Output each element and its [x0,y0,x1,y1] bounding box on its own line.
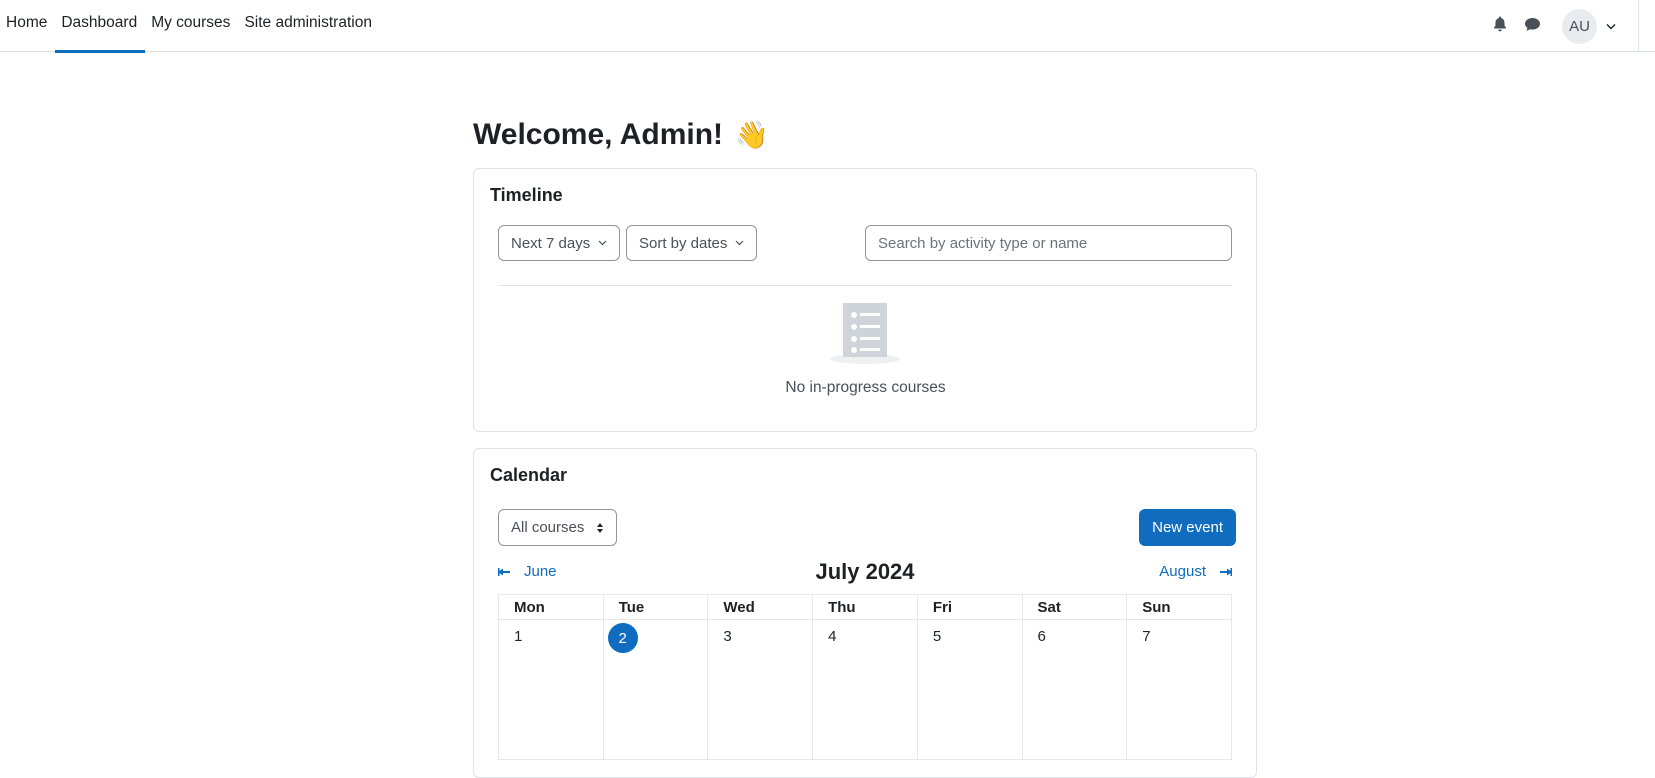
chevron-down-icon [735,240,744,246]
nav-site-administration[interactable]: Site administration [238,0,380,52]
weekday-header: Thu [812,594,918,620]
day-number: 1 [514,628,523,645]
new-event-button[interactable]: New event [1139,509,1236,546]
day-number: 5 [932,628,942,645]
next-month-label: August [1159,563,1206,580]
bell-icon [1493,16,1507,36]
nav-home[interactable]: Home [0,0,55,52]
weekday-header-row: Mon Tue Wed Thu Fri Sat Sun [498,594,1232,620]
month-navigation: June July 2024 August [498,559,1232,589]
calendar-day-cell[interactable]: 7 [1126,619,1232,760]
list-empty-icon [829,303,901,369]
sort-label: Sort by dates [639,234,728,252]
chat-icon [1524,17,1541,36]
timeline-title: Timeline [490,185,563,205]
waving-hand-icon: 👋 [735,120,769,150]
page-title: Welcome, Admin! 👋 [473,110,1257,160]
primary-navigation: Home Dashboard My courses Site administr… [0,0,380,53]
main-content: Welcome, Admin! 👋 Timeline Next 7 days S… [473,110,1257,778]
calendar-month-grid: Mon Tue Wed Thu Fri Sat Sun 1 2 3 4 5 6 [498,594,1232,760]
course-filter-select[interactable]: All courses [498,509,618,546]
nav-right-tools: AU [1484,0,1655,52]
day-number: 3 [723,628,732,645]
chevron-down-icon [1606,23,1616,30]
calendar-title: Calendar [490,465,568,485]
weekday-header: Mon [498,594,604,620]
day-filter-label: Next 7 days [511,234,591,252]
day-number: 7 [1142,628,1151,645]
day-number: 6 [1037,628,1046,645]
nav-divider [1638,0,1639,52]
nav-dashboard[interactable]: Dashboard [55,0,146,53]
chevron-down-icon [598,240,607,246]
weekday-header: Sat [1021,594,1128,620]
welcome-text: Welcome, Admin! [473,118,724,151]
weekday-header: Wed [707,594,814,620]
calendar-day-cell[interactable]: 6 [1021,619,1128,760]
calendar-day-cell[interactable]: 4 [812,619,918,760]
calendar-day-cell[interactable]: 3 [707,619,814,760]
current-month-title: July 2024 [815,559,915,584]
day-number: 4 [828,628,837,645]
notifications-button[interactable] [1484,10,1516,42]
timeline-divider [498,285,1232,286]
timeline-search-input[interactable] [865,225,1232,261]
messages-button[interactable] [1516,10,1548,42]
weekday-header: Fri [916,594,1023,620]
today-day-number: 2 [607,623,638,653]
calendar-week-row: 1 2 3 4 5 6 7 [498,619,1232,760]
timeline-sort-dropdown[interactable]: Sort by dates [626,225,758,261]
nav-my-courses[interactable]: My courses [145,0,238,52]
timeline-day-filter-dropdown[interactable]: Next 7 days [498,225,621,261]
calendar-day-cell[interactable]: 5 [916,619,1023,760]
weekday-header: Tue [602,594,709,620]
timeline-block: Timeline Next 7 days Sort by dates Searc… [473,168,1257,432]
course-filter-label: All courses [511,519,585,536]
calendar-day-cell-today[interactable]: 2 [602,619,709,760]
weekday-header: Sun [1126,594,1232,620]
sort-icon [596,522,604,534]
arrow-right-icon [1220,565,1232,579]
calendar-block: Calendar All courses New event June July… [473,448,1257,778]
user-menu-toggle[interactable]: AU [1548,8,1616,44]
top-navbar: Home Dashboard My courses Site administr… [0,0,1655,53]
timeline-empty-message: No in-progress courses [785,379,946,396]
avatar: AU [1562,8,1597,44]
next-month-link[interactable]: August [1159,563,1232,580]
calendar-day-cell[interactable]: 1 [498,619,604,760]
